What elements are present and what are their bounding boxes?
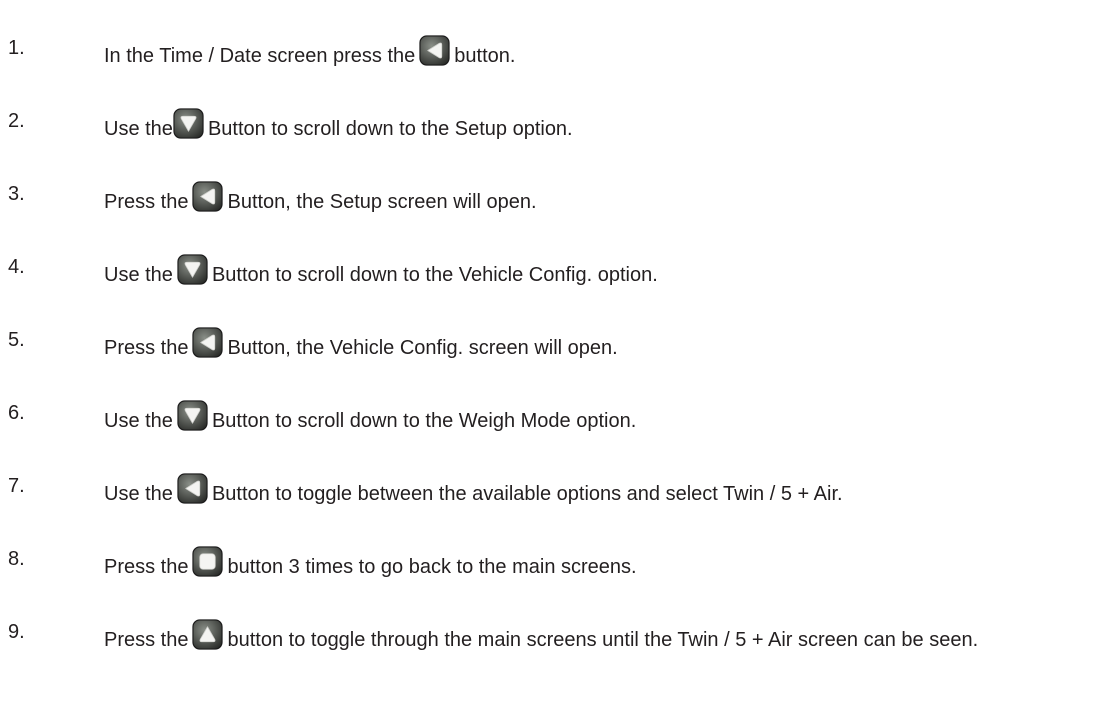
step-number: 6.: [8, 402, 25, 424]
step-text: Use the Button to scroll down to the Setu…: [104, 108, 998, 142]
step-number: 8.: [8, 548, 25, 570]
left-arrow-button-icon: [192, 181, 224, 212]
step-number: 5.: [8, 329, 25, 351]
step-number: 9.: [8, 621, 25, 643]
up-arrow-button-icon: [192, 619, 224, 650]
step-text: Use the Button to scroll down to the Vehi…: [104, 254, 998, 288]
step-text-before: Use the: [104, 264, 173, 286]
square-button-icon: [192, 546, 224, 577]
step-text-after: Button, the Vehicle Config. screen will …: [227, 337, 618, 359]
down-arrow-button-icon: [173, 108, 204, 139]
step-text: Press the Button, the Setup screen will o…: [104, 181, 998, 215]
step-text-before: Press the: [104, 556, 189, 578]
step-text-after: button to toggle through the main screen…: [227, 629, 979, 651]
down-arrow-button-icon: [177, 400, 208, 431]
step-text-before: Use the: [104, 410, 173, 432]
step-text: Press the button to toggle through the ma…: [104, 619, 998, 653]
step-number: 2.: [8, 110, 25, 132]
left-arrow-button-icon: [419, 35, 450, 66]
step-number: 3.: [8, 183, 25, 205]
step-text-after: Button to scroll down to the Weigh Mode …: [211, 410, 637, 432]
step-text-before: Press the: [104, 629, 189, 651]
step-number: 7.: [8, 475, 25, 497]
step-number: 4.: [8, 256, 25, 278]
down-arrow-button-icon: [177, 254, 208, 285]
step-number: 1.: [8, 37, 25, 59]
step-text-before: Use the: [104, 483, 173, 505]
step-text-before: Press the: [104, 337, 189, 359]
step-text-after: button 3 times to go back to the main sc…: [227, 556, 637, 578]
step-text-before: Use the: [104, 118, 173, 140]
left-arrow-button-icon: [192, 327, 224, 358]
instruction-document: 1. In the Time / Date screen press the bu…: [0, 0, 1098, 706]
step-text-before: Press the: [104, 191, 189, 213]
left-arrow-button-icon: [177, 473, 208, 504]
step-text: Press the button 3 times to go back to th…: [104, 546, 998, 580]
step-text-after: Button to toggle between the available o…: [211, 483, 843, 505]
step-text: In the Time / Date screen press the butto…: [104, 35, 998, 69]
step-text-after: Button to scroll down to the Vehicle Con…: [211, 264, 658, 286]
step-text-after: Button, the Setup screen will open.: [227, 191, 537, 213]
step-text: Use the Button to toggle between the avai…: [104, 473, 998, 507]
step-text: Press the Button, the Vehicle Config. scr…: [104, 327, 998, 361]
step-text-after: button.: [454, 45, 516, 67]
step-text: Use the Button to scroll down to the Weig…: [104, 400, 998, 434]
step-text-after: Button to scroll down to the Setup optio…: [207, 118, 573, 140]
step-text-before: In the Time / Date screen press the: [104, 45, 416, 67]
